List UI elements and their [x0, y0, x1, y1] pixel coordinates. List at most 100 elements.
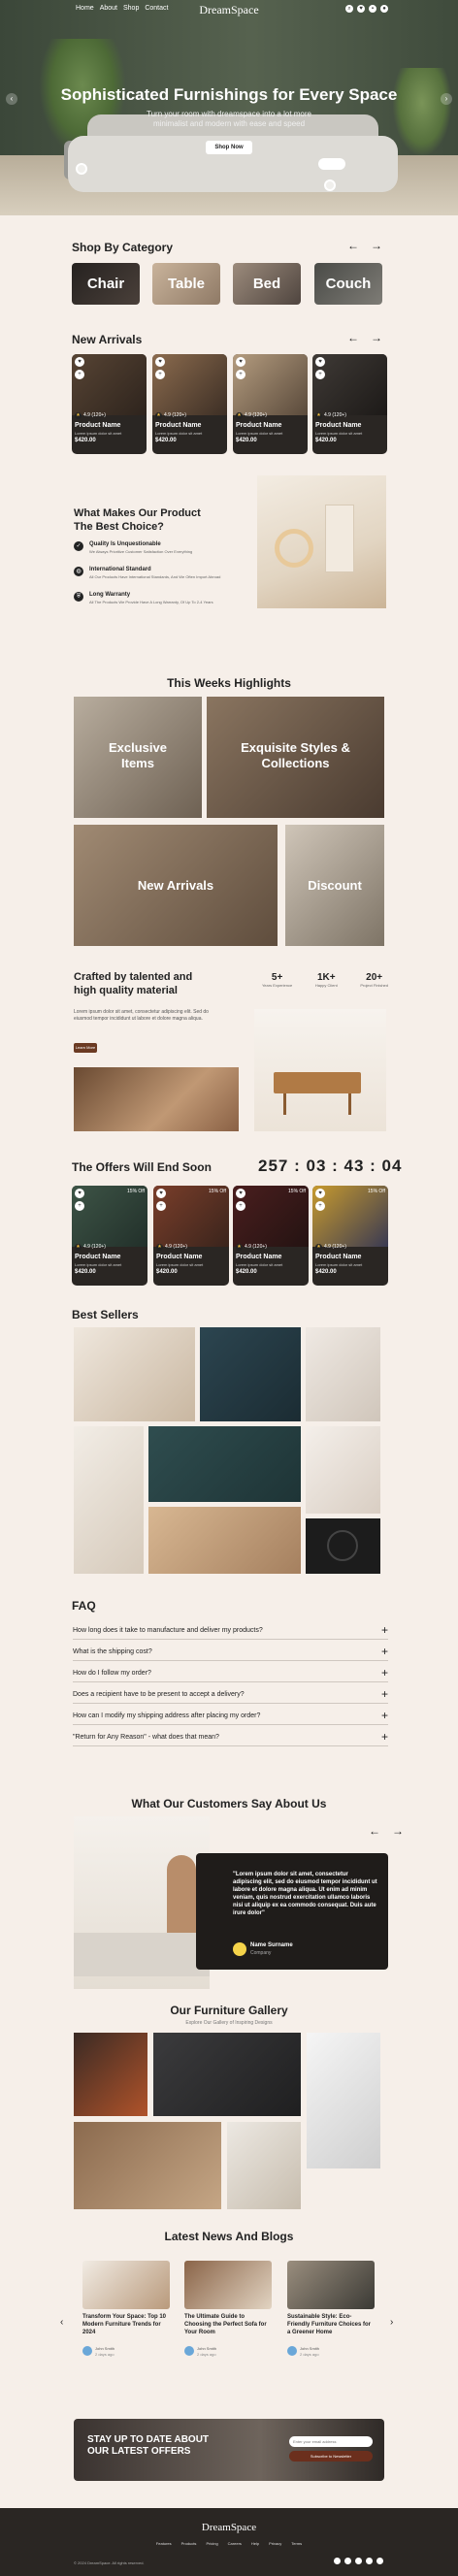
footer-link[interactable]: Pricing: [206, 2541, 217, 2546]
best-seller-image[interactable]: [74, 1327, 195, 1421]
arrow-left-icon[interactable]: ←: [347, 239, 359, 252]
learn-more-button[interactable]: Learn More: [74, 1043, 97, 1053]
footer-link[interactable]: Privacy: [269, 2541, 281, 2546]
product-card[interactable]: ♥ + ★ 4.9 (120+) Product Name Lorem ipsu…: [233, 354, 308, 454]
offer-card[interactable]: ♥ 15% Off + ★ 4.9 (120+) Product Name Lo…: [312, 1186, 388, 1286]
product-rating: 4.9 (120+): [324, 412, 346, 418]
arrow-left-icon[interactable]: ←: [369, 1824, 380, 1838]
cart-icon[interactable]: +: [236, 370, 245, 379]
hero-next-arrow-icon[interactable]: ›: [441, 93, 452, 105]
heart-icon[interactable]: ♥: [75, 1189, 84, 1198]
cart-icon[interactable]: +: [156, 1201, 166, 1211]
cart-icon[interactable]: +: [236, 1201, 245, 1211]
product-card[interactable]: ♥ + ★ 4.9 (120+) Product Name Lorem ipsu…: [152, 354, 227, 454]
footer-link[interactable]: Careers: [228, 2541, 242, 2546]
footer-link[interactable]: Help: [251, 2541, 259, 2546]
twitter-icon[interactable]: [344, 2558, 351, 2564]
cart-icon[interactable]: +: [75, 370, 84, 379]
gallery-image[interactable]: [74, 2033, 147, 2116]
highlight-exclusive[interactable]: Exclusive Items: [74, 697, 202, 818]
heart-icon[interactable]: ♥: [357, 5, 365, 13]
hotspot-icon[interactable]: [324, 179, 336, 191]
linkedin-icon[interactable]: [366, 2558, 373, 2564]
user-icon[interactable]: ●: [380, 5, 388, 13]
category-table[interactable]: Table: [152, 263, 220, 305]
arrow-left-icon[interactable]: ←: [347, 331, 359, 344]
shop-now-button[interactable]: Shop Now: [206, 141, 252, 154]
faq-item[interactable]: How long does it take to manufacture and…: [73, 1620, 388, 1640]
heart-icon[interactable]: ♥: [315, 1189, 325, 1198]
cart-icon[interactable]: +: [75, 1201, 84, 1211]
gallery-image[interactable]: [227, 2122, 301, 2209]
search-icon[interactable]: ⌕: [345, 5, 353, 13]
footer-link[interactable]: Terms: [291, 2541, 302, 2546]
youtube-icon[interactable]: [376, 2558, 383, 2564]
footer-link[interactable]: Features: [156, 2541, 172, 2546]
cart-icon[interactable]: ▪: [369, 5, 376, 13]
footer-logo[interactable]: DreamSpace: [0, 2522, 458, 2533]
cart-icon[interactable]: +: [315, 370, 325, 379]
gallery-image[interactable]: [74, 2122, 221, 2209]
arrow-right-icon[interactable]: →: [371, 239, 382, 252]
cart-icon[interactable]: +: [155, 370, 165, 379]
hero-prev-arrow-icon[interactable]: ‹: [6, 93, 17, 105]
blog-card[interactable]: The Ultimate Guide to Choosing the Perfe…: [184, 2261, 272, 2365]
heart-icon[interactable]: ♥: [75, 357, 84, 367]
best-seller-image[interactable]: [306, 1426, 380, 1514]
category-couch[interactable]: Couch: [314, 263, 382, 305]
heart-icon[interactable]: ♥: [236, 1189, 245, 1198]
avatar: [287, 2346, 297, 2356]
offer-card[interactable]: ♥ 15% Off + ★ 4.9 (120+) Product Name Lo…: [153, 1186, 229, 1286]
blog-next-arrow-icon[interactable]: ›: [390, 2317, 393, 2328]
facebook-icon[interactable]: [334, 2558, 341, 2564]
category-chair[interactable]: Chair: [72, 263, 140, 305]
best-seller-image[interactable]: [200, 1327, 301, 1421]
gallery-image[interactable]: [307, 2033, 380, 2168]
best-seller-image[interactable]: [306, 1518, 380, 1574]
offer-card[interactable]: ♥ 15% Off + ★ 4.9 (120+) Product Name Lo…: [72, 1186, 147, 1286]
highlight-exquisite[interactable]: Exquisite Styles & Collections: [207, 697, 384, 818]
product-card[interactable]: ♥ + ★ 4.9 (120+) Product Name Lorem ipsu…: [312, 354, 387, 454]
heart-icon[interactable]: ♥: [156, 1189, 166, 1198]
plus-icon[interactable]: +: [381, 1709, 388, 1722]
faq-item[interactable]: How do I follow my order? +: [73, 1663, 388, 1682]
footer-link[interactable]: Products: [181, 2541, 197, 2546]
faq-item[interactable]: What is the shipping cost? +: [73, 1642, 388, 1661]
subscribe-button[interactable]: Subscribe to Newsletter: [289, 2451, 373, 2462]
faq-item[interactable]: How can I modify my shipping address aft…: [73, 1706, 388, 1725]
newsletter-banner: STAY UP TO DATE ABOUT OUR LATEST OFFERS …: [74, 2419, 384, 2481]
highlight-discount[interactable]: Discount: [285, 825, 384, 946]
best-seller-image[interactable]: [148, 1426, 301, 1502]
plus-icon[interactable]: +: [381, 1687, 388, 1701]
faq-item[interactable]: Does a recipient have to be present to a…: [73, 1684, 388, 1704]
instagram-icon[interactable]: [355, 2558, 362, 2564]
heart-icon[interactable]: ♥: [315, 357, 325, 367]
plus-icon[interactable]: +: [381, 1645, 388, 1658]
plus-icon[interactable]: +: [381, 1623, 388, 1637]
best-seller-image[interactable]: [306, 1327, 380, 1421]
blog-prev-arrow-icon[interactable]: ‹: [60, 2317, 63, 2328]
offer-card[interactable]: ♥ 15% Off + ★ 4.9 (120+) Product Name Lo…: [233, 1186, 309, 1286]
category-bed[interactable]: Bed: [233, 263, 301, 305]
heart-icon[interactable]: ♥: [155, 357, 165, 367]
timer-seconds: 04: [381, 1157, 403, 1175]
logo[interactable]: DreamSpace: [0, 3, 458, 17]
faq-item[interactable]: "Return for Any Reason" - what does that…: [73, 1727, 388, 1746]
best-seller-image[interactable]: [148, 1507, 301, 1574]
heart-icon[interactable]: ♥: [236, 357, 245, 367]
arrow-right-icon[interactable]: →: [371, 331, 382, 344]
hotspot-tag[interactable]: [318, 158, 345, 170]
cart-icon[interactable]: +: [315, 1201, 325, 1211]
hotspot-icon[interactable]: [76, 163, 87, 175]
arrow-right-icon[interactable]: →: [392, 1824, 404, 1838]
plus-icon[interactable]: +: [381, 1666, 388, 1679]
blog-card[interactable]: Transform Your Space: Top 10 Modern Furn…: [82, 2261, 170, 2365]
newsletter-email-input[interactable]: [289, 2436, 373, 2447]
highlight-new-arrivals[interactable]: New Arrivals: [74, 825, 278, 946]
gallery-image[interactable]: [153, 2033, 301, 2116]
plus-icon[interactable]: +: [381, 1730, 388, 1744]
best-seller-image[interactable]: [74, 1426, 144, 1574]
product-card[interactable]: ♥ + ★ 4.9 (120+) Product Name Lorem ipsu…: [72, 354, 147, 454]
blog-card[interactable]: Sustainable Style: Eco-Friendly Furnitur…: [287, 2261, 375, 2365]
faq-title: FAQ: [72, 1599, 96, 1613]
